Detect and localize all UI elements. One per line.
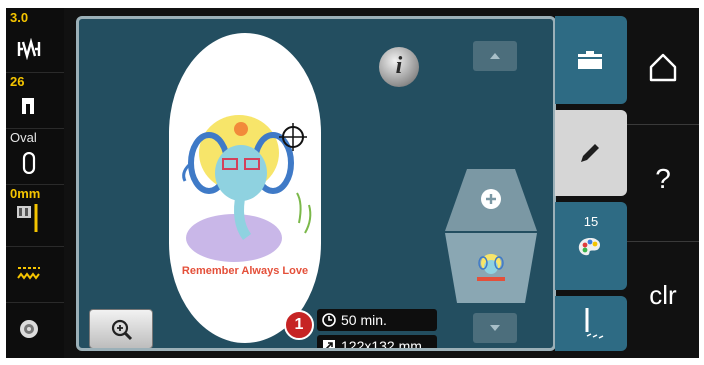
needle-stitch-icon	[585, 308, 604, 339]
presser-foot-icon	[22, 98, 34, 114]
clock-icon	[322, 313, 336, 327]
chevron-down-icon	[490, 325, 500, 331]
info-button[interactable]: i	[379, 47, 419, 87]
function-tabs: 15	[555, 16, 627, 351]
embroidery-display: Remember Always Love i 50 min. 122x132 m…	[76, 16, 556, 351]
hoop-label: Oval	[10, 130, 37, 145]
color-count: 15	[583, 214, 599, 229]
zoom-button[interactable]	[89, 309, 153, 348]
needle-position-value: 0mm	[10, 186, 41, 201]
bobbin-box[interactable]	[6, 302, 64, 358]
callout-marker: 1	[284, 310, 314, 340]
needle-position-box[interactable]: 0mm	[6, 184, 64, 247]
presser-foot-value: 26	[10, 74, 25, 89]
home-icon	[649, 53, 677, 82]
feed-dog-box[interactable]	[6, 246, 64, 303]
system-buttons: ? clr	[627, 8, 699, 358]
tab-edit[interactable]	[555, 110, 627, 196]
zoom-in-icon	[111, 319, 133, 341]
feed-dog-icon	[17, 267, 40, 280]
stitch-width-icon	[17, 38, 41, 60]
add-design-slot[interactable]	[445, 169, 537, 239]
clear-button[interactable]: clr	[627, 242, 699, 358]
crosshair-icon[interactable]	[279, 123, 307, 151]
hoop-box[interactable]: Oval	[6, 128, 64, 185]
scroll-down-button[interactable]	[473, 313, 517, 343]
help-button[interactable]: ?	[627, 125, 699, 242]
size-info: 122x132 mm	[317, 335, 437, 351]
embroidery-design	[182, 115, 312, 262]
stitch-width-box[interactable]: 3.0	[6, 8, 64, 73]
hoop-icon	[22, 152, 36, 174]
stitch-width-value: 3.0	[10, 10, 29, 25]
tab-colors[interactable]: 15	[555, 202, 627, 290]
palette-icon	[578, 238, 600, 256]
chevron-up-icon	[490, 53, 500, 59]
home-button[interactable]	[627, 8, 699, 125]
bobbin-icon	[20, 320, 38, 338]
oval-hoop: Remember Always Love	[169, 33, 321, 343]
design-layer-thumbnail[interactable]	[445, 233, 537, 305]
left-status-panel: 3.0 26 Oval 0mm	[6, 8, 64, 358]
folder-icon	[578, 51, 602, 69]
machine-screen: 3.0 26 Oval 0mm Remember Always Love i 5…	[6, 8, 699, 358]
resize-icon	[323, 340, 335, 348]
pencil-icon	[581, 144, 599, 162]
help-label: ?	[655, 163, 671, 194]
tab-selection[interactable]	[555, 16, 627, 104]
tab-stitch[interactable]	[555, 296, 627, 351]
design-caption: Remember Always Love	[181, 265, 309, 277]
design-size: 122x132 mm	[341, 338, 422, 351]
clear-label: clr	[649, 280, 677, 310]
info-icon: i	[395, 53, 403, 79]
presser-foot-box[interactable]: 26	[6, 72, 64, 129]
stitch-time: 50 min.	[341, 312, 387, 328]
time-info: 50 min.	[317, 309, 437, 331]
needle-icon	[17, 204, 38, 232]
scroll-up-button[interactable]	[473, 41, 517, 71]
